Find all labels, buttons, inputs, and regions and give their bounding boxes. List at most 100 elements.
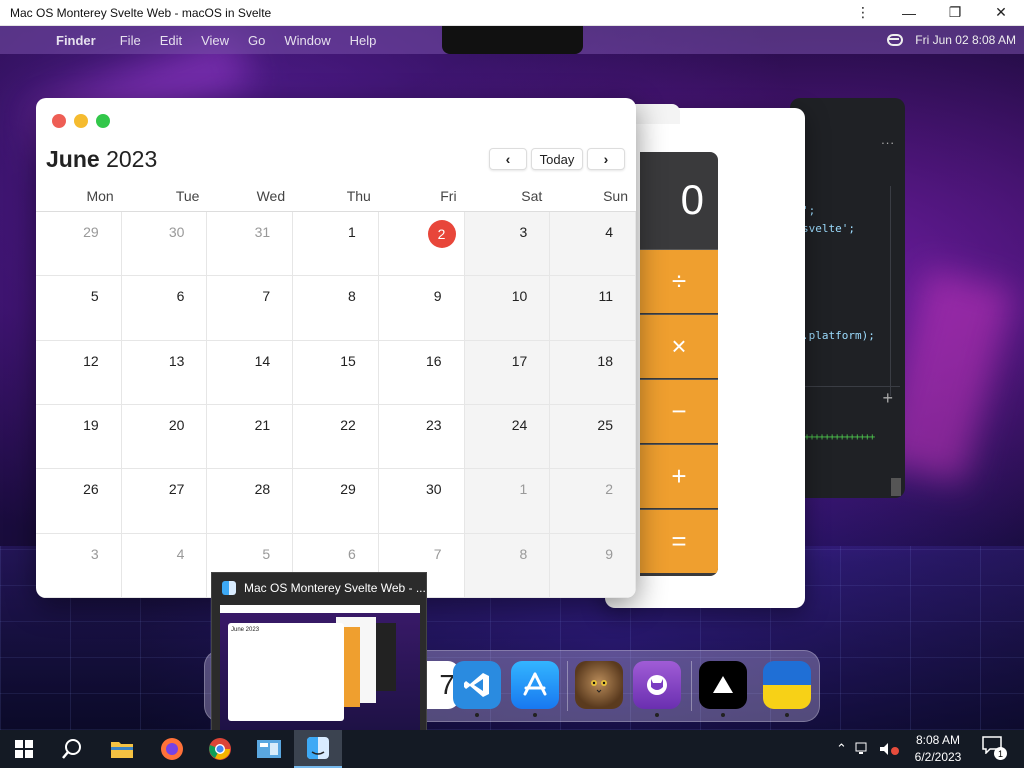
calendar-day-number: 9: [605, 545, 613, 562]
close-window-button[interactable]: [52, 114, 66, 128]
calendar-day-number: 14: [254, 352, 271, 369]
previous-month-button[interactable]: ‹: [489, 148, 527, 170]
divide-button[interactable]: ÷: [640, 249, 718, 313]
calendar-day-cell[interactable]: 9: [378, 276, 465, 341]
add-button[interactable]: +: [640, 444, 718, 508]
file-explorer-icon[interactable]: [98, 730, 146, 768]
next-month-button[interactable]: ›: [587, 148, 625, 170]
browser-menu-button[interactable]: ⋮: [840, 0, 886, 26]
preview-thumbnail[interactable]: June 2023: [220, 605, 420, 730]
calendar-day-cell[interactable]: 21: [207, 405, 294, 470]
calculator-window[interactable]: 0 ÷ × − + =: [640, 152, 718, 576]
menu-view[interactable]: View: [201, 33, 229, 48]
calendar-day-cell[interactable]: 3: [464, 212, 551, 277]
cat-icon[interactable]: [575, 661, 623, 709]
calendar-day-cell[interactable]: 7: [207, 276, 294, 341]
calendar-day-number: 28: [254, 481, 271, 498]
menu-go[interactable]: Go: [248, 33, 265, 48]
calendar-day-cell[interactable]: 16: [378, 340, 465, 405]
calendar-day-cell[interactable]: 25: [550, 405, 636, 470]
vercel-icon[interactable]: [699, 661, 747, 709]
calendar-day-cell[interactable]: 4: [550, 212, 636, 277]
calendar-day-cell[interactable]: 26: [36, 469, 122, 534]
calendar-day-cell[interactable]: 10: [464, 276, 551, 341]
menu-window[interactable]: Window: [284, 33, 330, 48]
new-terminal-icon[interactable]: +: [882, 388, 893, 409]
calendar-day-cell[interactable]: 20: [121, 405, 208, 470]
network-icon[interactable]: [855, 742, 871, 756]
calendar-day-cell[interactable]: 28: [207, 469, 294, 534]
calendar-day-cell[interactable]: 3: [36, 533, 122, 598]
calendar-day-cell[interactable]: 1: [464, 469, 551, 534]
calendar-day-cell[interactable]: 23: [378, 405, 465, 470]
finder-icon[interactable]: [294, 730, 342, 768]
chevron-up-icon[interactable]: ⌃: [836, 741, 847, 757]
calendar-day-cell[interactable]: 30: [378, 469, 465, 534]
calendar-day-cell[interactable]: 30: [121, 212, 208, 277]
calendar-day-cell[interactable]: 27: [121, 469, 208, 534]
volume-muted-icon[interactable]: [879, 742, 899, 756]
scrollbar[interactable]: [891, 478, 901, 496]
menu-edit[interactable]: Edit: [160, 33, 182, 48]
taskbar-window-preview[interactable]: Mac OS Monterey Svelte Web - ... June 20…: [211, 572, 427, 730]
firefox-icon[interactable]: [148, 730, 196, 768]
control-center-icon[interactable]: [887, 34, 904, 46]
today-button[interactable]: Today: [531, 148, 583, 170]
zoom-window-button[interactable]: [96, 114, 110, 128]
calendar-day-cell[interactable]: 9: [550, 533, 636, 598]
calendar-day-cell[interactable]: 12: [36, 340, 122, 405]
equals-button[interactable]: =: [640, 509, 718, 573]
calendar-day-cell[interactable]: 4: [121, 533, 208, 598]
restore-button[interactable]: ❐: [932, 0, 978, 26]
calendar-day-number: 15: [340, 352, 356, 369]
calendar-day-cell[interactable]: 29: [293, 469, 379, 534]
calendar-day-cell[interactable]: 6: [121, 276, 208, 341]
calendar-day-number: 6: [348, 545, 356, 562]
browser-title-bar: Mac OS Monterey Svelte Web - macOS in Sv…: [0, 0, 1024, 26]
calendar-day-cell[interactable]: 8: [293, 276, 379, 341]
calendar-month: June: [46, 146, 100, 172]
notification-icon[interactable]: 1: [982, 736, 1007, 760]
minimize-window-button[interactable]: [74, 114, 88, 128]
close-button[interactable]: ✕: [978, 0, 1024, 26]
calendar-day-cell[interactable]: 5: [36, 276, 122, 341]
calendar-day-cell[interactable]: 13: [121, 340, 208, 405]
calendar-day-number: 1: [519, 481, 528, 498]
calendar-day-cell[interactable]: 22: [293, 405, 379, 470]
vscode-icon[interactable]: [453, 661, 501, 709]
calendar-day-cell[interactable]: 15: [293, 340, 379, 405]
chrome-icon[interactable]: [196, 730, 244, 768]
calendar-day-cell[interactable]: 2: [378, 212, 465, 277]
calendar-day-cell[interactable]: 18: [550, 340, 636, 405]
calendar-day-number: 30: [168, 224, 185, 240]
calendar-day-cell[interactable]: 8: [464, 533, 551, 598]
calendar-day-cell[interactable]: 2: [550, 469, 636, 534]
calendar-day-cell[interactable]: 24: [464, 405, 551, 470]
menu-file[interactable]: File: [120, 33, 141, 48]
calendar-day-cell[interactable]: 1: [293, 212, 379, 277]
calendar-day-cell[interactable]: 17: [464, 340, 551, 405]
calendar-window[interactable]: June 2023 ‹ Today › Mon Tue Wed Thu Fri …: [36, 98, 636, 598]
taskbar-clock[interactable]: 8:08 AM 6/2/2023: [904, 732, 972, 766]
multiply-button[interactable]: ×: [640, 314, 718, 378]
menu-help[interactable]: Help: [350, 33, 377, 48]
start-icon[interactable]: [0, 730, 48, 768]
minimize-button[interactable]: —: [886, 0, 932, 26]
calendar-day-cell[interactable]: 31: [207, 212, 294, 277]
vscode-window[interactable]: ... '; svelte'; .platform); + ++++++++++…: [790, 98, 905, 498]
more-actions-icon[interactable]: ...: [881, 132, 895, 147]
calendar-day-cell[interactable]: 14: [207, 340, 294, 405]
calendar-day-cell[interactable]: 29: [36, 212, 122, 277]
ukraine-flag-icon[interactable]: [763, 661, 811, 709]
github-icon[interactable]: [633, 661, 681, 709]
app-store-icon[interactable]: [511, 661, 559, 709]
calendar-day-number: 21: [254, 417, 271, 433]
search-icon[interactable]: [48, 730, 96, 768]
menubar-clock[interactable]: Fri Jun 02 8:08 AM: [915, 33, 1016, 47]
calendar-day-cell[interactable]: 11: [550, 276, 636, 341]
calendar-day-cell[interactable]: 19: [36, 405, 122, 470]
thumbnail-chrome: [220, 605, 420, 613]
subtract-button[interactable]: −: [640, 379, 718, 443]
menu-finder[interactable]: Finder: [56, 33, 96, 48]
mail-icon[interactable]: [245, 730, 293, 768]
